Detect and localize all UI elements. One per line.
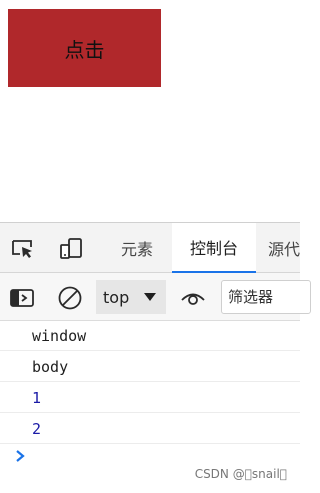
eye-icon[interactable] bbox=[180, 285, 206, 311]
devtools-tabbar: 元素 控制台 源代 bbox=[0, 223, 300, 273]
console-log-row: window bbox=[0, 321, 300, 351]
context-selector[interactable]: top bbox=[96, 280, 166, 314]
tab-sources[interactable]: 源代 bbox=[268, 223, 308, 273]
context-value: top bbox=[103, 287, 130, 307]
inspect-element-icon[interactable] bbox=[10, 237, 36, 261]
device-toolbar-icon[interactable] bbox=[58, 237, 84, 261]
watermark: CSDN @ snail  bbox=[194, 467, 287, 481]
chevron-down-icon bbox=[144, 293, 156, 301]
console-log-row: 1 bbox=[0, 383, 300, 413]
console-log-row: body bbox=[0, 352, 300, 382]
filter-input[interactable] bbox=[221, 280, 311, 314]
click-button[interactable]: 点击 bbox=[8, 9, 161, 87]
tab-elements[interactable]: 元素 bbox=[104, 223, 170, 273]
devtools-panel: 元素 控制台 源代 top 筛选器 window body 1 2 CSDN @… bbox=[0, 222, 311, 493]
clear-console-icon[interactable] bbox=[57, 285, 83, 311]
console-output: window body 1 2 CSDN @ snail  bbox=[0, 321, 300, 493]
page-viewport: 点击 bbox=[0, 0, 300, 222]
tab-console[interactable]: 控制台 bbox=[172, 223, 256, 273]
console-toolbar: top bbox=[0, 273, 311, 321]
console-log-row: 2 bbox=[0, 414, 300, 444]
console-sidebar-icon[interactable] bbox=[9, 285, 35, 311]
chevron-right-icon[interactable] bbox=[14, 447, 28, 465]
